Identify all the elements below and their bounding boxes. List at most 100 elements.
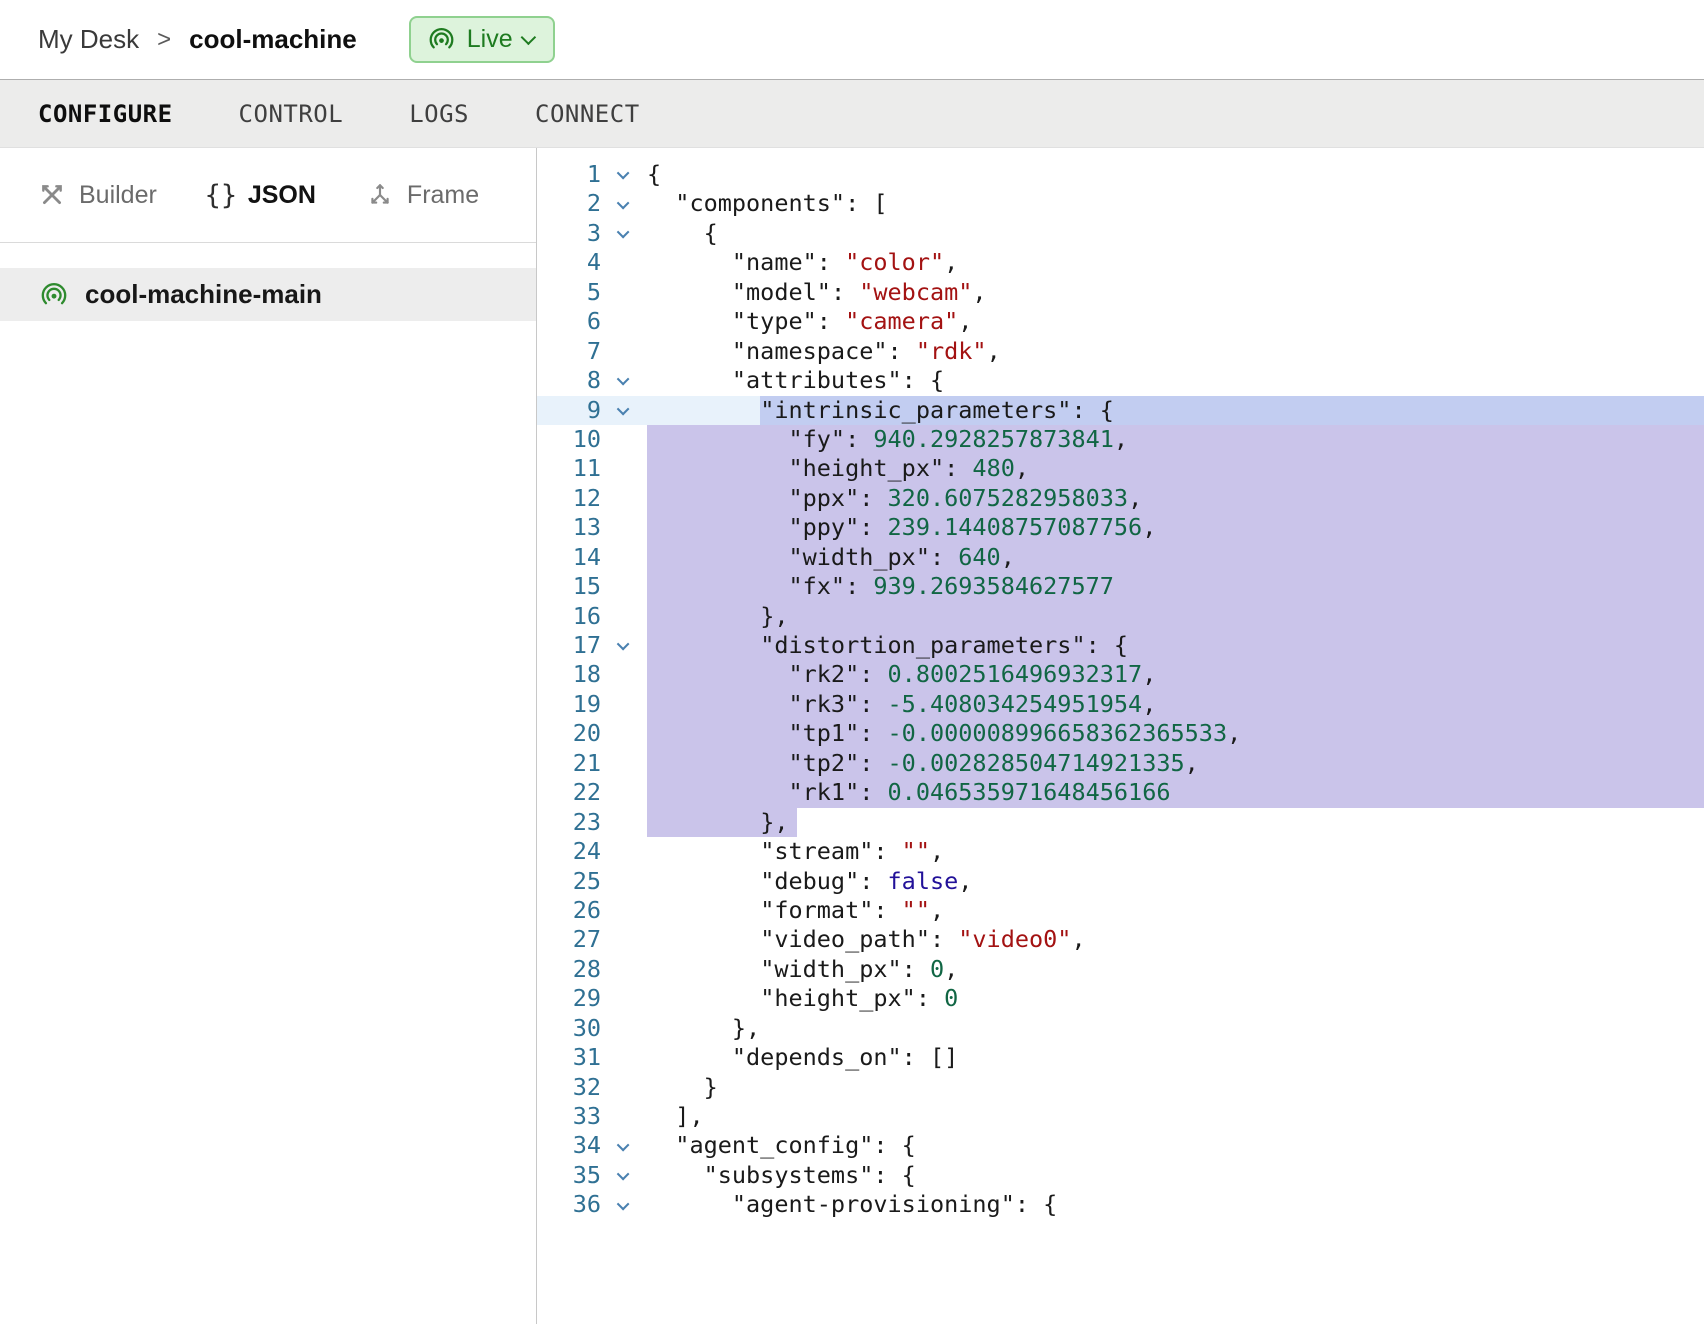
breadcrumb-parent-link[interactable]: My Desk — [38, 24, 139, 55]
editor-line[interactable]: 27 "video_path": "video0", — [537, 925, 1704, 954]
code-line[interactable]: "depends_on": [] — [647, 1043, 1704, 1072]
editor-line[interactable]: 34 "agent_config": { — [537, 1131, 1704, 1160]
line-number[interactable]: 31 — [537, 1043, 601, 1072]
code-line[interactable]: "namespace": "rdk", — [647, 337, 1704, 366]
view-toggle-frame[interactable]: Frame — [366, 181, 479, 210]
code-line[interactable]: "rk3": -5.408034254951954, — [647, 690, 1704, 719]
editor-line[interactable]: 14 "width_px": 640, — [537, 543, 1704, 572]
editor-line[interactable]: 1{ — [537, 160, 1704, 189]
tab-logs[interactable]: LOGS — [409, 100, 469, 128]
line-number[interactable]: 9 — [537, 396, 601, 425]
editor-line[interactable]: 32 } — [537, 1073, 1704, 1102]
code-line[interactable]: }, — [647, 602, 1704, 631]
editor-line[interactable]: 28 "width_px": 0, — [537, 955, 1704, 984]
code-line[interactable]: "video_path": "video0", — [647, 925, 1704, 954]
line-number[interactable]: 25 — [537, 867, 601, 896]
line-number[interactable]: 12 — [537, 484, 601, 513]
code-line[interactable]: "ppx": 320.6075282958033, — [647, 484, 1704, 513]
code-line[interactable]: "width_px": 0, — [647, 955, 1704, 984]
line-number[interactable]: 24 — [537, 837, 601, 866]
code-line[interactable]: { — [647, 160, 1704, 189]
line-number[interactable]: 6 — [537, 307, 601, 336]
line-number[interactable]: 27 — [537, 925, 601, 954]
line-number[interactable]: 30 — [537, 1014, 601, 1043]
line-number[interactable]: 32 — [537, 1073, 601, 1102]
editor-line[interactable]: 4 "name": "color", — [537, 248, 1704, 277]
editor-line[interactable]: 22 "rk1": 0.046535971648456166 — [537, 778, 1704, 807]
editor-line[interactable]: 20 "tp1": -0.000008996658362365533, — [537, 719, 1704, 748]
editor-line[interactable]: 33 ], — [537, 1102, 1704, 1131]
editor-line[interactable]: 7 "namespace": "rdk", — [537, 337, 1704, 366]
editor-line[interactable]: 23 }, — [537, 808, 1704, 837]
fold-chevron-icon[interactable] — [601, 219, 647, 248]
editor-line[interactable]: 29 "height_px": 0 — [537, 984, 1704, 1013]
line-number[interactable]: 3 — [537, 219, 601, 248]
line-number[interactable]: 35 — [537, 1161, 601, 1190]
code-line[interactable]: "agent_config": { — [647, 1131, 1704, 1160]
code-line[interactable]: }, — [647, 1014, 1704, 1043]
line-number[interactable]: 19 — [537, 690, 601, 719]
code-line[interactable]: "format": "", — [647, 896, 1704, 925]
line-number[interactable]: 15 — [537, 572, 601, 601]
fold-chevron-icon[interactable] — [601, 1190, 647, 1219]
tab-connect[interactable]: CONNECT — [535, 100, 640, 128]
editor-line[interactable]: 5 "model": "webcam", — [537, 278, 1704, 307]
editor-line[interactable]: 18 "rk2": 0.8002516496932317, — [537, 660, 1704, 689]
line-number[interactable]: 29 — [537, 984, 601, 1013]
line-number[interactable]: 5 — [537, 278, 601, 307]
line-number[interactable]: 17 — [537, 631, 601, 660]
code-line[interactable]: "debug": false, — [647, 867, 1704, 896]
line-number[interactable]: 11 — [537, 454, 601, 483]
fold-chevron-icon[interactable] — [601, 366, 647, 395]
line-number[interactable]: 4 — [537, 248, 601, 277]
line-number[interactable]: 22 — [537, 778, 601, 807]
line-number[interactable]: 13 — [537, 513, 601, 542]
line-number[interactable]: 2 — [537, 189, 601, 218]
code-line[interactable]: "distortion_parameters": { — [647, 631, 1704, 660]
editor-line[interactable]: 26 "format": "", — [537, 896, 1704, 925]
editor-line[interactable]: 12 "ppx": 320.6075282958033, — [537, 484, 1704, 513]
line-number[interactable]: 33 — [537, 1102, 601, 1131]
code-line[interactable]: "name": "color", — [647, 248, 1704, 277]
line-number[interactable]: 10 — [537, 425, 601, 454]
live-status-dropdown[interactable]: Live — [409, 16, 555, 63]
code-line[interactable]: "attributes": { — [647, 366, 1704, 395]
editor-line[interactable]: 24 "stream": "", — [537, 837, 1704, 866]
tab-configure[interactable]: CONFIGURE — [38, 100, 173, 128]
editor-line[interactable]: 30 }, — [537, 1014, 1704, 1043]
code-line[interactable]: "tp1": -0.000008996658362365533, — [647, 719, 1704, 748]
view-toggle-builder[interactable]: Builder — [38, 181, 157, 210]
code-line[interactable]: }, — [647, 808, 1704, 837]
editor-line[interactable]: 13 "ppy": 239.14408757087756, — [537, 513, 1704, 542]
code-line[interactable]: "components": [ — [647, 189, 1704, 218]
line-number[interactable]: 14 — [537, 543, 601, 572]
line-number[interactable]: 34 — [537, 1131, 601, 1160]
editor-line[interactable]: 17 "distortion_parameters": { — [537, 631, 1704, 660]
fold-chevron-icon[interactable] — [601, 160, 647, 189]
code-line[interactable]: "rk1": 0.046535971648456166 — [647, 778, 1704, 807]
editor-line[interactable]: 21 "tp2": -0.002828504714921335, — [537, 749, 1704, 778]
editor-line[interactable]: 15 "fx": 939.2693584627577 — [537, 572, 1704, 601]
code-line[interactable]: "model": "webcam", — [647, 278, 1704, 307]
line-number[interactable]: 7 — [537, 337, 601, 366]
line-number[interactable]: 28 — [537, 955, 601, 984]
code-line[interactable]: "ppy": 239.14408757087756, — [647, 513, 1704, 542]
code-line[interactable]: "type": "camera", — [647, 307, 1704, 336]
line-number[interactable]: 23 — [537, 808, 601, 837]
line-number[interactable]: 1 — [537, 160, 601, 189]
line-number[interactable]: 26 — [537, 896, 601, 925]
code-line[interactable]: "height_px": 480, — [647, 454, 1704, 483]
code-line[interactable]: "stream": "", — [647, 837, 1704, 866]
code-line[interactable]: "width_px": 640, — [647, 543, 1704, 572]
fold-chevron-icon[interactable] — [601, 396, 647, 425]
editor-line[interactable]: 9 "intrinsic_parameters": { — [537, 396, 1704, 425]
editor-line[interactable]: 2 "components": [ — [537, 189, 1704, 218]
code-line[interactable]: "rk2": 0.8002516496932317, — [647, 660, 1704, 689]
line-number[interactable]: 36 — [537, 1190, 601, 1219]
line-number[interactable]: 16 — [537, 602, 601, 631]
line-number[interactable]: 21 — [537, 749, 601, 778]
editor-line[interactable]: 6 "type": "camera", — [537, 307, 1704, 336]
editor-line[interactable]: 10 "fy": 940.2928257873841, — [537, 425, 1704, 454]
code-line[interactable]: ], — [647, 1102, 1704, 1131]
editor-line[interactable]: 25 "debug": false, — [537, 867, 1704, 896]
